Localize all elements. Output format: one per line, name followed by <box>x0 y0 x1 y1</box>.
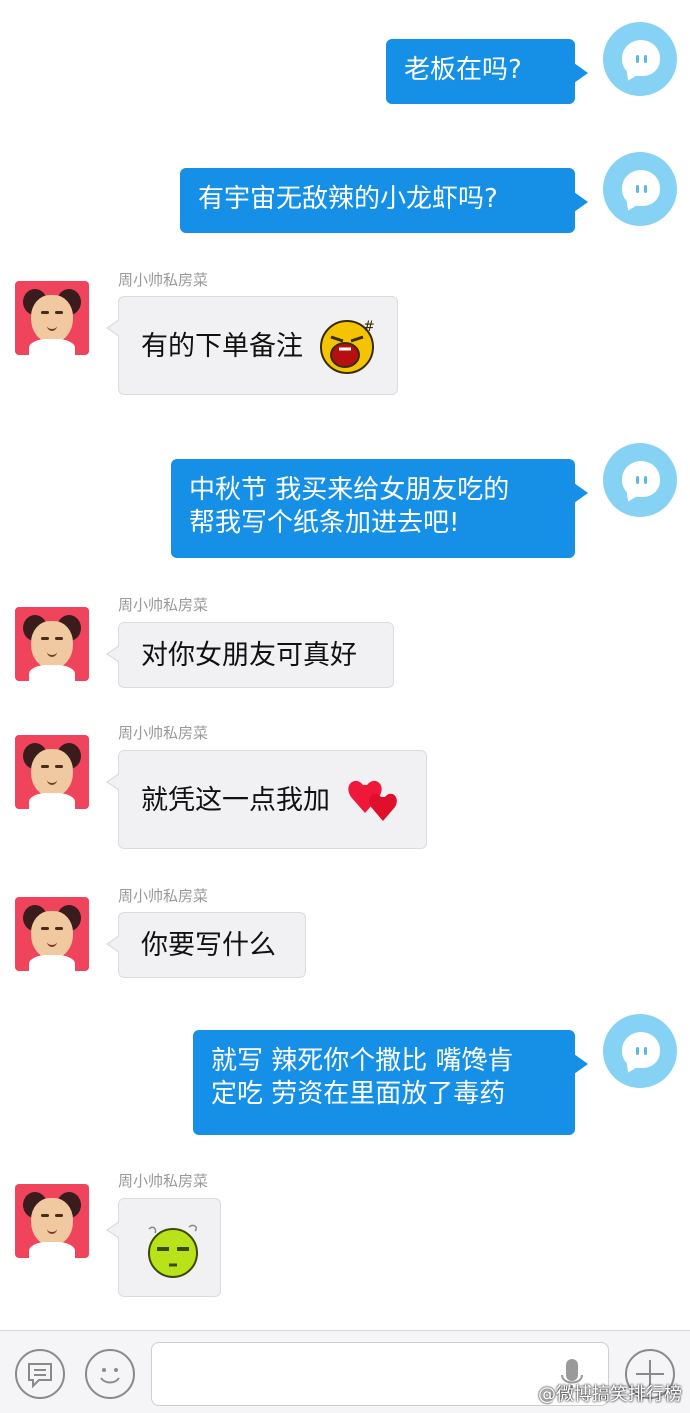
message-row-incoming: 周小帅私房菜 对你女朋友可真好 <box>0 592 690 690</box>
message-text: 有的下单备注 <box>141 331 303 362</box>
message-bubble-outgoing[interactable]: 就写 辣死你个撒比 嘴馋肯 定吃 劳资在里面放了毒药 <box>193 1030 588 1135</box>
message-row-outgoing: 就写 辣死你个撒比 嘴馋肯 定吃 劳资在里面放了毒药 <box>0 1014 690 1136</box>
chat-bubble-icon <box>622 170 660 206</box>
message-text: 对你女朋友可真好 <box>141 640 357 671</box>
sender-name: 周小帅私房菜 <box>118 1172 209 1190</box>
angry-laughing-emoji: # <box>320 319 375 374</box>
message-text: 中秋节 我买来给女朋友吃的 帮我写个纸条加进去吧! <box>189 475 510 538</box>
self-avatar[interactable] <box>603 1014 677 1088</box>
shop-avatar[interactable] <box>15 897 89 971</box>
message-text: 老板在吗? <box>404 55 522 85</box>
sender-name: 周小帅私房菜 <box>118 887 209 905</box>
shop-avatar[interactable] <box>15 1184 89 1258</box>
shop-avatar[interactable] <box>15 607 89 681</box>
self-avatar[interactable] <box>603 443 677 517</box>
self-avatar[interactable] <box>603 152 677 226</box>
message-row-incoming: 周小帅私房菜 你要写什么 <box>0 883 690 981</box>
self-avatar[interactable] <box>603 22 677 96</box>
chat-menu-icon <box>28 1363 52 1389</box>
sender-name: 周小帅私房菜 <box>118 596 209 614</box>
chat-bubble-icon <box>622 461 660 497</box>
message-text: 你要写什么 <box>141 930 276 961</box>
message-row-incoming: 周小帅私房菜 有的下单备注 # <box>0 266 690 396</box>
emoji-button[interactable] <box>85 1349 135 1399</box>
shop-avatar[interactable] <box>15 735 89 809</box>
message-bubble-incoming[interactable]: 对你女朋友可真好 <box>106 622 394 688</box>
message-bubble-outgoing[interactable]: 有宇宙无敌辣的小龙虾吗? <box>180 168 588 233</box>
sender-name: 周小帅私房菜 <box>118 724 209 742</box>
message-bubble-outgoing[interactable]: 老板在吗? <box>386 39 588 104</box>
message-text: 就写 辣死你个撒比 嘴馋肯 定吃 劳资在里面放了毒药 <box>211 1046 514 1109</box>
message-row-incoming: 周小帅私房菜 <box>0 1169 690 1299</box>
shop-avatar[interactable] <box>15 281 89 355</box>
chat-menu-button[interactable] <box>15 1349 65 1399</box>
red-hearts-emoji <box>348 780 397 821</box>
sender-name: 周小帅私房菜 <box>118 271 209 289</box>
chat-bubble-icon <box>622 40 660 76</box>
message-text: 就凭这一点我加 <box>141 785 330 816</box>
message-bubble-outgoing[interactable]: 中秋节 我买来给女朋友吃的 帮我写个纸条加进去吧! <box>171 459 588 558</box>
message-text: 有宇宙无敌辣的小龙虾吗? <box>198 184 498 214</box>
chat-message-list[interactable]: 老板在吗? 有宇宙无敌辣的小龙虾吗? 周小帅私房菜 有的下单备注 # 中秋节 我… <box>0 0 690 1330</box>
watermark: @微博搞笑排行榜 <box>538 1384 682 1405</box>
smiley-icon <box>100 1368 120 1384</box>
message-bubble-incoming[interactable]: 你要写什么 <box>106 912 306 978</box>
message-bubble-incoming[interactable] <box>106 1198 221 1297</box>
message-bubble-incoming[interactable]: 就凭这一点我加 <box>106 750 427 849</box>
svg-text:#: # <box>363 319 375 335</box>
message-row-outgoing: 有宇宙无敌辣的小龙虾吗? <box>0 152 690 237</box>
chat-bubble-icon <box>622 1032 660 1068</box>
green-smirk-emoji <box>148 1224 198 1278</box>
message-row-incoming: 周小帅私房菜 就凭这一点我加 <box>0 720 690 850</box>
message-row-outgoing: 老板在吗? <box>0 22 690 104</box>
message-bubble-incoming[interactable]: 有的下单备注 # <box>106 296 398 395</box>
message-row-outgoing: 中秋节 我买来给女朋友吃的 帮我写个纸条加进去吧! <box>0 443 690 558</box>
